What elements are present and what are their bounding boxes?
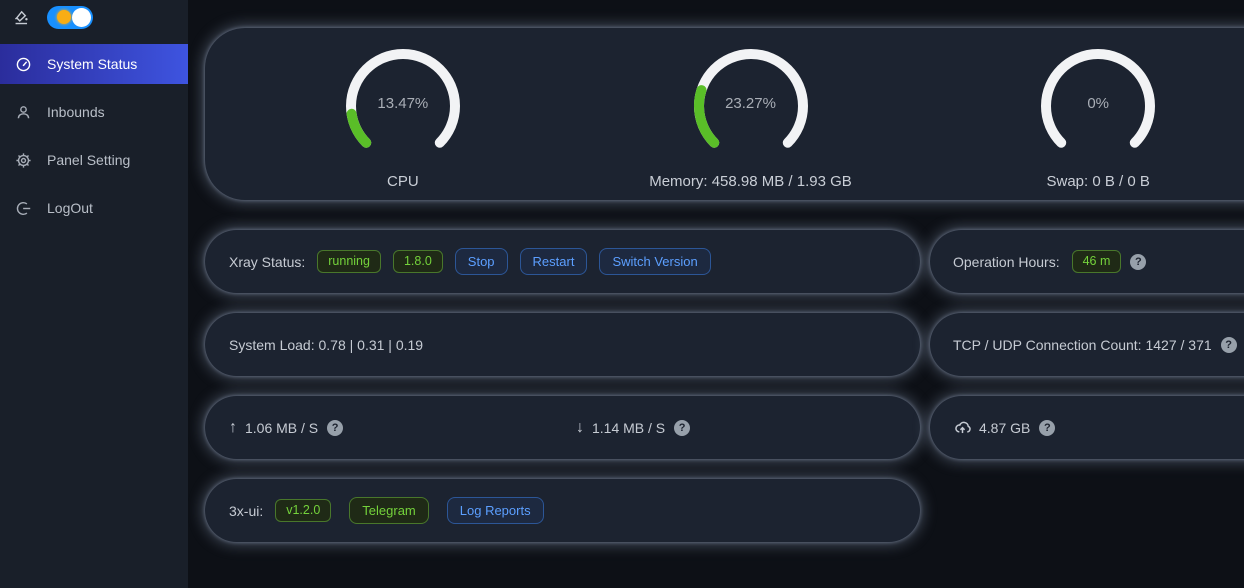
app-info-card: 3x-ui: v1.2.0 Telegram Log Reports [205,479,920,542]
system-load-card: System Load: 0.78 | 0.31 | 0.19 [205,313,920,376]
app-version-tag: v1.2.0 [275,499,331,522]
toggle-knob [72,8,91,27]
cloud-upload-icon [953,418,972,437]
help-icon[interactable]: ? [1221,337,1237,353]
user-icon [15,104,32,121]
download-speed: ↓ 1.14 MB / S ? [573,419,920,437]
sidebar-menu: System Status Inbounds Panel Setting [0,44,188,228]
sidebar-item-label: System Status [47,56,137,72]
cpu-gauge-value: 13.47% [323,95,483,112]
theme-toggle[interactable] [47,6,93,29]
sidebar-item-panel-setting[interactable]: Panel Setting [0,140,188,180]
upload-speed: ↑ 1.06 MB / S ? [205,419,573,437]
switch-version-button[interactable]: Switch Version [599,248,710,275]
connections-text: TCP / UDP Connection Count: 1427 / 371 [953,337,1212,353]
total-usage-card: 4.87 GB ? [930,396,1244,459]
system-load-text: System Load: 0.78 | 0.31 | 0.19 [229,337,423,353]
sidebar-item-label: Inbounds [47,104,105,120]
network-speed-card: ↑ 1.06 MB / S ? ↓ 1.14 MB / S ? [205,396,920,459]
logout-icon [15,200,32,217]
help-icon[interactable]: ? [674,420,690,436]
sidebar-item-inbounds[interactable]: Inbounds [0,92,188,132]
sidebar-item-logout[interactable]: LogOut [0,188,188,228]
sidebar-item-system-status[interactable]: System Status [0,44,188,84]
download-speed-text: 1.14 MB / S [592,420,665,436]
memory-gauge: 23.27% Memory: 458.98 MB / 1.93 GB [577,28,925,200]
xray-version-tag: 1.8.0 [393,250,443,273]
memory-gauge-value: 23.27% [671,95,831,112]
upload-speed-text: 1.06 MB / S [245,420,318,436]
sidebar-item-label: LogOut [47,200,93,216]
cpu-gauge: 13.47% CPU [229,28,577,200]
restart-button[interactable]: Restart [520,248,588,275]
arrow-down-icon: ↓ [576,419,584,437]
help-icon[interactable]: ? [1130,254,1146,270]
cpu-gauge-label: CPU [387,173,419,190]
help-icon[interactable]: ? [1039,420,1055,436]
gauges-card: 13.47% CPU 23.27% Memory: 458.98 MB / 1.… [205,28,1244,200]
stop-button[interactable]: Stop [455,248,508,275]
total-usage-text: 4.87 GB [979,420,1030,436]
theme-colors-icon[interactable] [12,8,31,27]
swap-gauge-value: 0% [1018,95,1178,112]
xray-status-card: Xray Status: running 1.8.0 Stop Restart … [205,230,920,293]
log-reports-button[interactable]: Log Reports [447,497,544,524]
arrow-up-icon: ↑ [229,419,237,437]
operation-hours-card: Operation Hours: 46 m ? [930,230,1244,293]
sidebar-topbar [0,0,188,34]
swap-gauge-label: Swap: 0 B / 0 B [1046,173,1149,190]
gear-icon [15,152,32,169]
sidebar-item-label: Panel Setting [47,152,130,168]
xray-status-label: Xray Status: [229,254,305,270]
dashboard-icon [15,56,32,73]
operation-hours-label: Operation Hours: [953,254,1060,270]
main-content: 13.47% CPU 23.27% Memory: 458.98 MB / 1.… [205,28,1244,542]
sun-icon [57,10,71,24]
xray-status-tag: running [317,250,381,273]
memory-gauge-label: Memory: 458.98 MB / 1.93 GB [649,173,852,190]
swap-gauge: 0% Swap: 0 B / 0 B [924,28,1244,200]
help-icon[interactable]: ? [327,420,343,436]
sidebar: System Status Inbounds Panel Setting [0,0,188,588]
telegram-button[interactable]: Telegram [349,497,428,524]
connections-card: TCP / UDP Connection Count: 1427 / 371 ? [930,313,1244,376]
operation-hours-tag: 46 m [1072,250,1122,273]
app-label: 3x-ui: [229,503,263,519]
